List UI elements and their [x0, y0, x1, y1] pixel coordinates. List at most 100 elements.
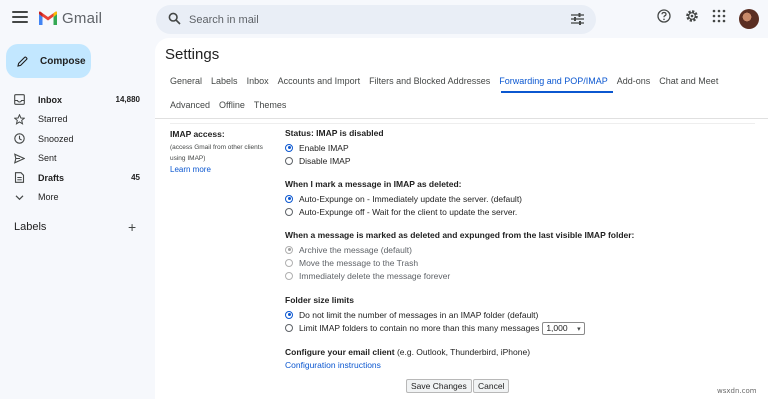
- tab-forwarding-and-pop-imap[interactable]: Forwarding and POP/IMAP: [499, 76, 608, 86]
- sidebar-item-label: Sent: [38, 153, 57, 164]
- main-menu-icon[interactable]: [12, 11, 28, 25]
- trash-option[interactable]: Move the message to the Trash: [285, 256, 634, 269]
- imap-access-title: IMAP access:: [170, 129, 225, 139]
- radio-unselected[interactable]: [285, 207, 293, 216]
- labels-heading: Labels: [14, 221, 47, 233]
- avatar[interactable]: [739, 9, 759, 29]
- email-client-section: Configure your email client (e.g. Outloo…: [285, 347, 530, 370]
- search-input[interactable]: [189, 5, 559, 34]
- settings-tabs-row1: General Labels Inbox Accounts and Import…: [170, 76, 727, 86]
- draft-icon: [14, 172, 25, 183]
- search-bar: [156, 5, 596, 34]
- gear-icon[interactable]: [685, 9, 699, 23]
- deleted-title: When I mark a message in IMAP as deleted…: [285, 179, 462, 189]
- radio-selected[interactable]: [285, 143, 293, 152]
- option-label: Do not limit the number of messages in a…: [299, 309, 539, 320]
- imap-status: Status: IMAP is disabled: [285, 128, 384, 138]
- expunged-section: When a message is marked as deleted and …: [285, 230, 634, 282]
- tab-divider: [155, 118, 768, 119]
- chevron-down-icon: ▾: [577, 325, 581, 333]
- sidebar-item-sent[interactable]: Sent: [0, 149, 150, 169]
- search-options-icon[interactable]: [571, 13, 584, 25]
- option-label: Enable IMAP: [299, 142, 349, 153]
- sidebar-nav: Inbox 14,880 Starred Snoozed Sent Drafts…: [0, 90, 150, 207]
- add-label-button[interactable]: +: [128, 220, 136, 234]
- imap-access-label: IMAP access: (access Gmail from other cl…: [170, 129, 282, 174]
- select-value: 1,000: [546, 323, 568, 333]
- configuration-instructions-link[interactable]: Configuration instructions: [285, 360, 530, 370]
- sidebar-item-inbox[interactable]: Inbox 14,880: [0, 90, 150, 110]
- section-divider: [170, 123, 755, 124]
- sidebar-item-snoozed[interactable]: Snoozed: [0, 129, 150, 149]
- disable-imap-option[interactable]: Disable IMAP: [285, 154, 384, 167]
- imap-desc-line1: (access Gmail from other clients: [170, 144, 263, 151]
- page-title: Settings: [165, 46, 220, 63]
- option-label: Disable IMAP: [299, 155, 351, 166]
- sidebar-item-label: Drafts: [38, 172, 65, 183]
- option-label: Immediately delete the message forever: [299, 270, 451, 281]
- radio-unselected[interactable]: [285, 156, 293, 165]
- sidebar-item-label: Snoozed: [38, 133, 74, 144]
- sidebar-item-more[interactable]: More: [0, 188, 150, 208]
- active-tab-indicator: [501, 91, 613, 93]
- sidebar-item-drafts[interactable]: Drafts 45: [0, 168, 150, 188]
- sidebar-item-label: Starred: [38, 114, 68, 125]
- tab-accounts-and-import[interactable]: Accounts and Import: [278, 76, 361, 86]
- tab-inbox[interactable]: Inbox: [247, 76, 269, 86]
- chevron-down-icon: [15, 194, 24, 200]
- auto-expunge-off-option[interactable]: Auto-Expunge off - Wait for the client t…: [285, 205, 522, 218]
- imap-access-description: (access Gmail from other clients using I…: [170, 142, 282, 164]
- save-changes-button[interactable]: Save Changes: [406, 379, 472, 393]
- pencil-icon: [17, 56, 28, 67]
- radio-selected[interactable]: [285, 310, 293, 319]
- search-icon[interactable]: [168, 12, 181, 25]
- deleted-section: When I mark a message in IMAP as deleted…: [285, 179, 522, 218]
- radio-selected[interactable]: [285, 194, 293, 203]
- tab-chat-and-meet[interactable]: Chat and Meet: [659, 76, 718, 86]
- top-bar: Gmail: [0, 0, 768, 40]
- folder-size-section: Folder size limits Do not limit the numb…: [285, 295, 585, 335]
- email-client-title: Configure your email client: [285, 347, 395, 357]
- enable-imap-option[interactable]: Enable IMAP: [285, 141, 384, 154]
- radio-selected[interactable]: [285, 245, 293, 254]
- radio-unselected[interactable]: [285, 324, 293, 332]
- gmail-m-icon: [39, 11, 57, 25]
- archive-option[interactable]: Archive the message (default): [285, 243, 634, 256]
- email-client-hint: (e.g. Outlook, Thunderbird, iPhone): [394, 347, 531, 357]
- compose-label: Compose: [40, 55, 86, 67]
- cancel-button[interactable]: Cancel: [473, 379, 510, 393]
- help-icon[interactable]: [657, 9, 671, 23]
- gmail-logo[interactable]: Gmail: [38, 10, 102, 27]
- option-label: Auto-Expunge off - Wait for the client t…: [299, 206, 518, 217]
- sidebar-item-label: More: [38, 192, 59, 203]
- email-client-heading: Configure your email client (e.g. Outloo…: [285, 347, 530, 360]
- tab-general[interactable]: General: [170, 76, 202, 86]
- tab-themes[interactable]: Themes: [254, 100, 287, 110]
- radio-unselected[interactable]: [285, 258, 293, 267]
- tab-filters-and-blocked-addresses[interactable]: Filters and Blocked Addresses: [369, 76, 490, 86]
- limit-option[interactable]: Limit IMAP folders to contain no more th…: [285, 321, 585, 335]
- send-icon: [14, 152, 25, 164]
- compose-button[interactable]: Compose: [6, 44, 91, 78]
- logo-text: Gmail: [62, 10, 103, 27]
- tab-labels[interactable]: Labels: [211, 76, 238, 86]
- option-label: Move the message to the Trash: [299, 257, 419, 268]
- imap-desc-line2: using IMAP): [170, 155, 206, 162]
- clock-icon: [14, 133, 25, 144]
- delete-forever-option[interactable]: Immediately delete the message forever: [285, 269, 634, 282]
- settings-tabs-row2: Advanced Offline Themes: [170, 100, 295, 110]
- learn-more-link[interactable]: Learn more: [170, 165, 282, 174]
- no-limit-option[interactable]: Do not limit the number of messages in a…: [285, 308, 585, 321]
- tab-offline[interactable]: Offline: [219, 100, 245, 110]
- auto-expunge-on-option[interactable]: Auto-Expunge on - Immediately update the…: [285, 192, 522, 205]
- expunged-title: When a message is marked as deleted and …: [285, 230, 635, 240]
- tab-advanced[interactable]: Advanced: [170, 100, 210, 110]
- unread-count: 14,880: [115, 95, 140, 105]
- settings-footer: Save Changes Cancel: [155, 374, 768, 399]
- apps-grid-icon[interactable]: [712, 9, 726, 23]
- message-limit-select[interactable]: 1,000 ▾: [542, 321, 585, 335]
- tab-add-ons[interactable]: Add-ons: [617, 76, 651, 86]
- radio-unselected[interactable]: [285, 271, 293, 280]
- sidebar-item-starred[interactable]: Starred: [0, 110, 150, 130]
- watermark: wsxdn.com: [717, 387, 757, 395]
